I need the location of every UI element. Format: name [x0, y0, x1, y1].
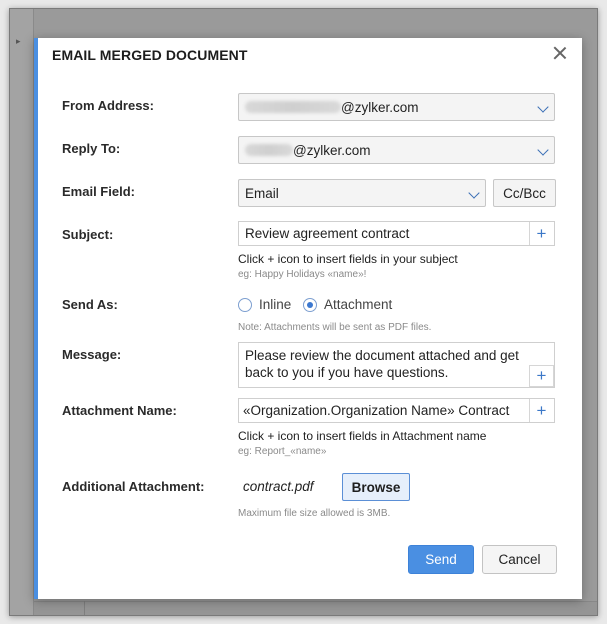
send-as-label: Send As:: [62, 297, 118, 312]
attached-file-name: contract.pdf: [243, 479, 314, 494]
attachment-name-input[interactable]: «Organization.Organization Name» Contrac…: [238, 398, 555, 423]
attachment-name-example: eg: Report_«name»: [238, 446, 327, 457]
send-as-attachment-label[interactable]: Attachment: [324, 297, 392, 312]
plus-icon: +: [536, 223, 547, 243]
background-ruler: ▸: [10, 9, 34, 615]
status-bar-divider: [84, 601, 85, 615]
email-field-select[interactable]: Email: [238, 179, 486, 207]
dialog-title: EMAIL MERGED DOCUMENT: [52, 47, 248, 63]
attachment-name-insert-field-button[interactable]: +: [529, 399, 553, 422]
subject-input[interactable]: Review agreement contract: [238, 221, 555, 246]
from-address-domain: @zylker.com: [341, 99, 419, 115]
message-insert-field-button[interactable]: +: [529, 365, 554, 387]
send-as-attachment-radio[interactable]: [303, 298, 317, 312]
plus-icon: +: [536, 366, 547, 385]
send-button[interactable]: Send: [408, 545, 474, 574]
close-icon[interactable]: [552, 45, 568, 61]
subject-example: eg: Happy Holidays «name»!: [238, 269, 367, 280]
reply-to-domain: @zylker.com: [293, 142, 371, 158]
additional-attachment-label: Additional Attachment:: [62, 479, 205, 494]
redacted-email-user: [245, 101, 341, 113]
file-size-note: Maximum file size allowed is 3MB.: [238, 508, 391, 519]
plus-icon: +: [536, 400, 547, 420]
attachment-name-label: Attachment Name:: [62, 403, 177, 418]
chevron-down-icon: [537, 101, 549, 113]
subject-hint: Click + icon to insert fields in your su…: [238, 252, 458, 266]
email-field-label: Email Field:: [62, 184, 135, 199]
message-textarea[interactable]: Please review the document attached and …: [238, 342, 555, 388]
redacted-email-user: [245, 144, 293, 156]
subject-label: Subject:: [62, 227, 114, 242]
email-merged-document-dialog: EMAIL MERGED DOCUMENT From Address: @zyl…: [34, 38, 582, 599]
cc-bcc-button[interactable]: Cc/Bcc: [493, 179, 556, 207]
from-address-select[interactable]: @zylker.com: [238, 93, 555, 121]
email-field-value: Email: [245, 185, 279, 201]
subject-value: Review agreement contract: [245, 226, 410, 241]
reply-to-label: Reply To:: [62, 141, 121, 156]
subject-insert-field-button[interactable]: +: [529, 222, 553, 245]
chevron-down-icon: [537, 144, 549, 156]
browse-button[interactable]: Browse: [342, 473, 410, 501]
background-status-bar: [34, 601, 597, 615]
message-label: Message:: [62, 347, 122, 362]
attachment-name-value: «Organization.Organization Name» Contrac…: [243, 403, 510, 418]
cancel-button[interactable]: Cancel: [482, 545, 557, 574]
message-value: Please review the document attached and …: [245, 348, 519, 380]
send-as-inline-radio[interactable]: [238, 298, 252, 312]
from-address-label: From Address:: [62, 98, 154, 113]
send-as-note: Note: Attachments will be sent as PDF fi…: [238, 322, 432, 333]
attachment-name-hint: Click + icon to insert fields in Attachm…: [238, 429, 487, 443]
ruler-marker-icon: ▸: [16, 37, 21, 47]
chevron-down-icon: [468, 187, 480, 199]
send-as-inline-label[interactable]: Inline: [259, 297, 291, 312]
reply-to-select[interactable]: @zylker.com: [238, 136, 555, 164]
